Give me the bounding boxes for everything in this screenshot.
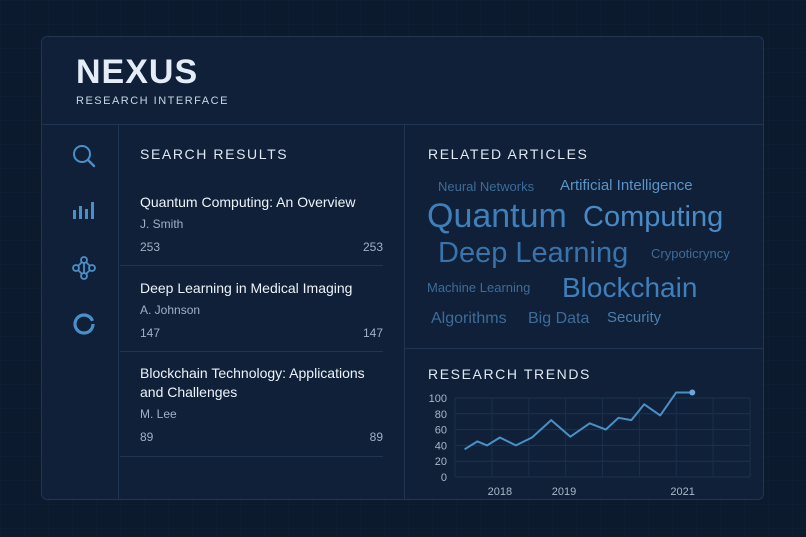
sidebar-divider	[118, 124, 119, 499]
result-title[interactable]: Blockchain Technology: Applications and …	[140, 364, 383, 402]
result-title[interactable]: Deep Learning in Medical Imaging	[140, 279, 383, 298]
research-trends-chart: 0 20 40 60 80 100 2018 2019 2021	[429, 389, 751, 498]
result-author: J. Smith	[140, 217, 184, 231]
related-articles-heading: RELATED ARTICLES	[428, 146, 589, 162]
ring-icon[interactable]	[71, 311, 97, 337]
y-tick-label: 20	[435, 456, 447, 468]
tag-machine-learning[interactable]: Machine Learning	[427, 281, 530, 294]
search-result[interactable]: Quantum Computing: An Overview J. Smith …	[140, 193, 383, 254]
tag-cryptocurrency[interactable]: Crypoticryncy	[651, 247, 730, 260]
result-author: M. Lee	[140, 407, 177, 421]
y-tick-label: 100	[429, 393, 447, 405]
trend-end-point	[689, 389, 696, 396]
result-stats: 89 89	[140, 430, 383, 444]
result-count-left: 147	[140, 326, 161, 340]
header-divider	[42, 124, 763, 125]
tag-blockchain[interactable]: Blockchain	[562, 274, 697, 302]
x-tick-label: 2018	[488, 486, 512, 498]
search-result[interactable]: Deep Learning in Medical Imaging A. John…	[140, 279, 383, 340]
result-divider	[120, 265, 383, 266]
x-tick-label: 2021	[670, 486, 694, 498]
result-stats: 147 147	[140, 326, 383, 340]
tag-artificial-intelligence[interactable]: Artificial Intelligence	[560, 178, 693, 193]
result-stats: 253 253	[140, 240, 383, 254]
result-count-right: 147	[362, 326, 383, 340]
brand: NEXUS RESEARCH INTERFACE	[76, 55, 229, 107]
tag-deep-learning[interactable]: Deep Learning	[438, 239, 628, 268]
x-tick-label: 2019	[552, 486, 576, 498]
app-title: NEXUS	[76, 53, 199, 91]
tag-computing[interactable]: Computing	[583, 203, 723, 232]
result-divider	[120, 351, 383, 352]
tag-algorithms[interactable]: Algorithms	[431, 311, 507, 327]
y-tick-label: 40	[435, 440, 447, 452]
result-divider	[120, 456, 383, 457]
y-tick-label: 80	[435, 409, 447, 421]
search-results-heading: SEARCH RESULTS	[140, 146, 289, 162]
result-count-right: 253	[362, 240, 383, 254]
search-icon[interactable]	[71, 143, 97, 169]
tag-neural-networks[interactable]: Neural Networks	[438, 180, 534, 193]
tag-security[interactable]: Security	[607, 310, 661, 325]
search-result[interactable]: Blockchain Technology: Applications and …	[140, 364, 383, 444]
y-tick-label: 60	[435, 425, 447, 437]
trend-line	[464, 391, 693, 451]
result-count-left: 253	[140, 240, 161, 254]
result-count-left: 89	[140, 430, 154, 444]
result-author: A. Johnson	[140, 303, 201, 317]
result-title[interactable]: Quantum Computing: An Overview	[140, 193, 383, 212]
tag-big-data[interactable]: Big Data	[528, 311, 589, 327]
tag-quantum[interactable]: Quantum	[427, 199, 567, 233]
y-tick-label: 0	[441, 472, 447, 484]
network-icon[interactable]	[71, 255, 97, 281]
bar-chart-icon[interactable]	[71, 197, 97, 223]
app-subtitle: RESEARCH INTERFACE	[76, 95, 229, 107]
right-column-divider	[404, 348, 763, 349]
